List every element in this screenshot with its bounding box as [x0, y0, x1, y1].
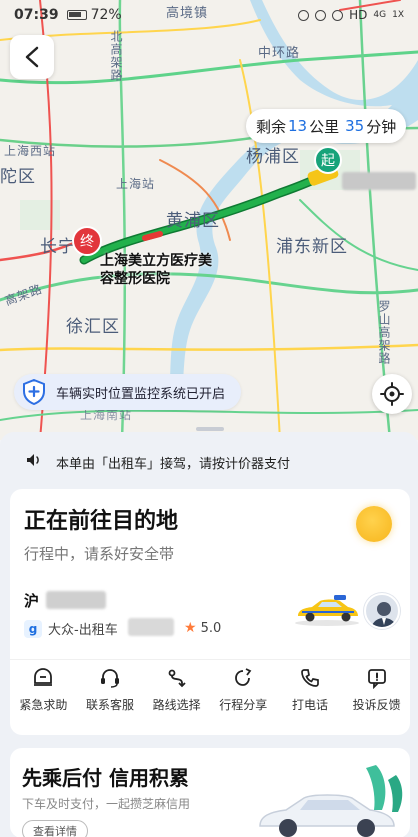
taxi-car-icon: [295, 595, 359, 626]
payment-notice: 本单由「出租车」接驾，请按计价器支付: [0, 440, 418, 484]
map-label-yangpu: 杨浦区: [246, 147, 300, 167]
dnd-icon: [315, 9, 327, 21]
share-icon: [231, 666, 255, 690]
trip-actions: 紧急求助 联系客服 路线选择 行程分享 打电话 投诉反馈: [10, 659, 410, 725]
crosshair-icon: [380, 382, 404, 406]
signal-extra: 1X: [392, 10, 404, 20]
emergency-icon: [31, 666, 55, 690]
redacted-plate: [46, 591, 106, 609]
headset-icon: [98, 666, 122, 690]
map-label-huangpu: 黄浦区: [166, 211, 220, 231]
start-marker: 起: [314, 146, 342, 174]
rating-value: 5.0: [200, 620, 222, 636]
status-bar: 07:39 72% HD 4G 1X: [0, 0, 418, 30]
weather-sun-icon: [356, 506, 392, 542]
company-name: 大众-出租车: [48, 623, 118, 638]
promo-subtitle: 下车及时支付，一起攒芝麻信用: [22, 797, 191, 811]
map-label-changning: 长宁: [40, 237, 76, 257]
company-info: g 大众-出租车: [24, 619, 118, 638]
eta-prefix: 剩余: [256, 117, 287, 136]
map-label-luoshan: 罗山高架路: [377, 300, 391, 365]
battery-icon: [66, 10, 87, 20]
speaker-icon: [26, 453, 42, 471]
eta-bubble: 剩余 13 公里 35 分钟: [246, 109, 407, 143]
promo-title: 先乘后付 信用积累: [22, 766, 189, 790]
action-label: 联系客服: [85, 698, 134, 712]
promo-card[interactable]: 先乘后付 信用积累 下车及时支付，一起攒芝麻信用 查看详情: [10, 748, 410, 837]
redacted-driver-name: [128, 618, 174, 636]
redacted-start-address: [342, 172, 416, 190]
eta-distance-unit: 公里: [309, 117, 340, 136]
trip-status-subtitle: 行程中，请系好安全带: [24, 545, 175, 563]
action-call[interactable]: 打电话: [279, 666, 341, 725]
action-label: 打电话: [291, 698, 328, 712]
alarm-icon: [332, 9, 344, 21]
map-label-north-elevated: 北高架路: [109, 30, 123, 82]
eta-minutes: 35: [345, 117, 365, 135]
locate-button[interactable]: [372, 374, 412, 414]
network-gen: 4G: [373, 10, 387, 20]
back-button[interactable]: [10, 35, 54, 79]
car-illustration-icon: [259, 765, 403, 837]
plate-prefix: 沪: [24, 592, 40, 610]
action-label: 行程分享: [219, 698, 268, 712]
map-label-shanghai-station: 上海站: [116, 177, 156, 191]
location-status-icon: [298, 9, 310, 21]
driver-avatar[interactable]: [364, 593, 400, 629]
action-label: 紧急求助: [19, 698, 68, 712]
network-type: HD: [349, 8, 368, 22]
map-label-pudong: 浦东新区: [276, 237, 348, 257]
action-support[interactable]: 联系客服: [79, 666, 141, 725]
map-view[interactable]: 高境镇 中环路 上海西站 陀区 杨浦区 上海站 黄浦区 浦东新区 长宁 徐汇区 …: [0, 0, 418, 440]
trip-status-title: 正在前往目的地: [24, 509, 179, 534]
company-logo-icon: g: [24, 619, 42, 638]
route-icon: [165, 666, 189, 690]
back-arrow-icon: [25, 46, 39, 68]
action-feedback[interactable]: 投诉反馈: [346, 666, 408, 725]
map-label-shanghai-west: 上海西站: [4, 144, 57, 158]
map-label-xuhui: 徐汇区: [66, 317, 120, 337]
star-icon: ★: [184, 620, 197, 636]
end-marker: 终: [72, 226, 102, 256]
map-label-zhonghuan: 中环路: [258, 46, 301, 61]
action-label: 路线选择: [152, 698, 201, 712]
destination-label: 上海美立方医疗美容整形医院: [100, 253, 212, 287]
monitor-banner[interactable]: 车辆实时位置监控系统已开启: [14, 374, 242, 410]
eta-distance: 13: [288, 117, 308, 135]
shield-plus-icon: [20, 378, 48, 406]
phone-icon: [298, 666, 322, 690]
trip-card: 正在前往目的地 行程中，请系好安全带 沪 g 大众-出租车 ★ 5.0 紧急求助: [10, 489, 410, 735]
action-share[interactable]: 行程分享: [212, 666, 274, 725]
driver-rating: ★ 5.0: [184, 620, 221, 636]
map-label-putuo: 陀区: [0, 167, 36, 187]
notice-text: 本单由「出租车」接驾，请按计价器支付: [56, 456, 291, 472]
eta-minutes-unit: 分钟: [366, 117, 397, 136]
promo-details-button[interactable]: 查看详情: [22, 820, 88, 837]
status-time: 07:39: [14, 7, 59, 23]
action-emergency[interactable]: 紧急求助: [12, 666, 74, 725]
feedback-icon: [365, 666, 389, 690]
action-route[interactable]: 路线选择: [146, 666, 208, 725]
monitor-text: 车辆实时位置监控系统已开启: [56, 386, 226, 402]
battery-level: 72%: [90, 7, 122, 23]
sheet-drag-handle[interactable]: [196, 427, 224, 431]
action-label: 投诉反馈: [352, 698, 401, 712]
